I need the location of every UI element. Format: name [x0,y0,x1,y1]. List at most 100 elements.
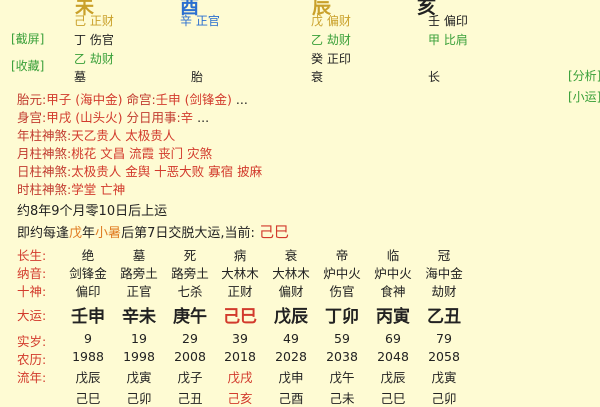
shisui-cell: 39 [232,331,248,346]
nayin-cell: 炉中火 [323,266,361,281]
changsheng-cell: 病 [233,248,247,263]
nongli-label: 农历: [17,352,47,367]
yue-shensha-label: 月柱神煞: [17,146,72,161]
shishen-cell: 偏财 [278,284,304,299]
qiyun-text: 约8年9个月零10日后上运 [17,204,168,219]
liunian-label: 流年: [17,370,47,385]
fenri-value: 辛 [180,110,194,125]
jiaoyun-wu: 戊 [69,226,83,241]
liunian-cell: 戊申 [278,370,304,385]
month-stem-god: 辛 正官 [180,14,220,28]
year-hidden-stem-1: 丁 伤官 [74,33,114,47]
nongli-cell: 2048 [377,349,409,364]
yue-shensha-value: 桃花 文昌 流霞 丧门 灾煞 [71,146,213,161]
hour-stem-god: 壬 偏印 [428,14,468,28]
year-hidden-stem-2: 乙 劫财 [74,52,114,66]
shi-shensha-row: 时柱神煞:学堂 亡神 [17,179,125,198]
jiaoyun-xiaoshu: 小暑 [95,226,122,241]
favorite-button[interactable]: [收藏] [11,57,44,74]
nayin-cell: 海中金 [425,266,463,281]
liunian-cell: 戊戌 [227,370,253,385]
current-dayun: 己巳 [259,223,290,241]
nongli-cell: 1998 [123,349,155,364]
shisui-cell: 49 [283,331,299,346]
shisui-cell: 59 [334,331,350,346]
dayun-cell[interactable]: 戊辰 [266,302,316,327]
jiaoyun-prefix: 即约每逢 [17,226,70,241]
dayun-cell[interactable]: 丁卯 [317,302,367,327]
changsheng-label: 长生: [17,248,47,263]
more-link-2[interactable]: ... [197,110,209,125]
shishen-cell: 偏印 [75,284,101,299]
shishen-cell: 食神 [380,284,406,299]
changsheng-cell: 死 [183,248,197,263]
shengong-label: 身宫: [17,110,47,125]
nongli-cell: 2038 [326,349,358,364]
month-stage: 胎 [191,70,204,84]
jiaoyun-nian: 年 [82,226,96,241]
changsheng-cell: 墓 [132,248,146,263]
changsheng-cell: 帝 [335,248,349,263]
screenshot-button[interactable]: [截屏] [11,30,44,47]
liunian2-cell: 己卯 [431,391,457,406]
shishen-cell: 劫财 [431,284,457,299]
liunian-cell: 戊子 [177,370,203,385]
changsheng-cell: 冠 [437,248,451,263]
dayun-cell[interactable]: 辛未 [114,302,164,327]
shengong-value: 甲戌 (山头火) [46,110,123,125]
nongli-cell: 1988 [72,349,104,364]
liunian2-cell: 己酉 [278,391,304,406]
liunian2-cell: 己巳 [380,391,406,406]
changsheng-cell: 衰 [284,248,298,263]
shi-shensha-value: 学堂 亡神 [71,182,126,197]
dayun-cell[interactable]: 壬申 [63,302,113,327]
year-stage: 墓 [74,70,87,84]
minggong-label: 命宫: [126,92,156,107]
shi-shensha-label: 时柱神煞: [17,182,72,197]
day-hidden-stem-2: 癸 正印 [311,52,351,66]
dayun-cell[interactable]: 己巳 [215,302,265,327]
nayin-cell: 大林木 [221,266,259,281]
analyze-button[interactable]: [分析] [568,67,600,84]
taiyuan-value: 甲子 (海中金) [46,92,123,107]
jiaoyun-suffix: 后第7日交脱大运,当前: [121,226,255,241]
more-link-1[interactable]: ... [236,92,248,107]
nayin-cell: 炉中火 [374,266,412,281]
liunian-cell: 戊寅 [431,370,457,385]
shishen-cell: 伤官 [329,284,355,299]
nian-shensha-row: 年柱神煞:天乙贵人 太极贵人 [17,125,175,144]
ri-shensha-value: 太极贵人 金舆 十恶大败 寡宿 披麻 [71,164,263,179]
yue-shensha-row: 月柱神煞:桃花 文昌 流霞 丧门 灾煞 [17,143,212,162]
shishen-label: 十神: [17,284,47,299]
shisui-label: 实岁: [17,334,47,349]
dayun-cell[interactable]: 庚午 [165,302,215,327]
shisui-cell: 69 [385,331,401,346]
liunian2-cell: 己卯 [126,391,152,406]
dayun-cell[interactable]: 丙寅 [368,302,418,327]
hour-stage: 长 [428,70,441,84]
nayin-cell: 大林木 [272,266,310,281]
jiaoyun-line: 即约每逢戊年小暑后第7日交脱大运,当前: 己巳 [17,221,289,242]
shisui-cell: 19 [131,331,147,346]
dayun-label: 大运: [17,308,47,323]
changsheng-cell: 临 [386,248,400,263]
liunian-cell: 戊辰 [75,370,101,385]
liunian2-cell: 己亥 [227,391,253,406]
day-stage: 衰 [311,70,324,84]
liunian2-cell: 己巳 [75,391,101,406]
minggong-value: 壬申 (剑锋金) [155,92,232,107]
liunian2-cell: 己未 [329,391,355,406]
taiyuan-label: 胎元: [17,92,47,107]
shisui-cell: 79 [436,331,452,346]
xiaoyun-button[interactable]: [小运] [568,88,600,105]
hour-hidden-stem-1: 甲 比肩 [428,33,468,47]
nayin-cell: 剑锋金 [69,266,107,281]
liunian-cell: 戊辰 [380,370,406,385]
dayun-cell[interactable]: 乙丑 [419,302,469,327]
nian-shensha-value: 天乙贵人 太极贵人 [71,128,176,143]
shengong-row: 身宫:甲戌 (山头火) 分日用事:辛 ... [17,107,209,126]
shishen-cell: 正官 [126,284,152,299]
liunian-cell: 戊寅 [126,370,152,385]
shishen-cell: 七杀 [177,284,203,299]
liunian-cell: 戊午 [329,370,355,385]
